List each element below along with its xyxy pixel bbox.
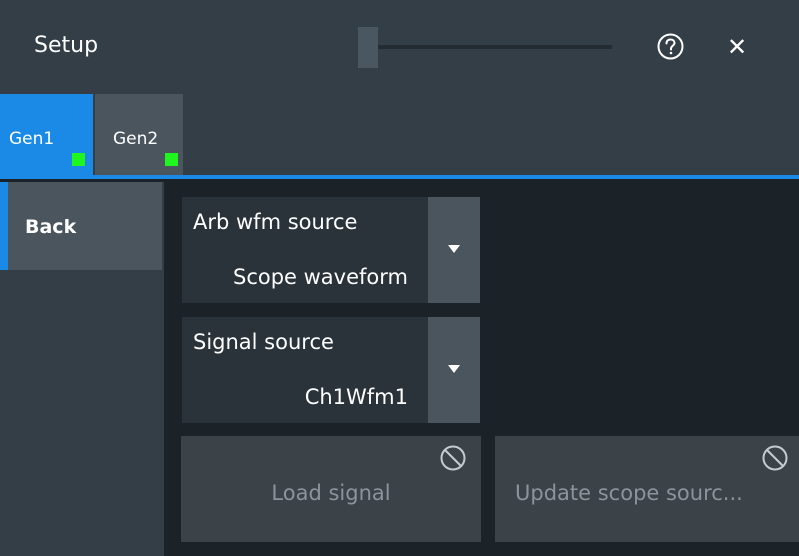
arb-wfm-source-select[interactable]: Arb wfm source Scope waveform [182,197,480,303]
close-icon[interactable]: ✕ [724,34,750,60]
arb-wfm-source-value: Scope waveform [232,265,408,289]
gen2-status-indicator [165,153,178,166]
signal-source-value: Ch1Wfm1 [304,385,408,409]
update-scope-source-button[interactable]: Update scope sourc... [495,436,799,542]
sidebar: Back [0,182,164,556]
dialog-title: Setup [34,33,99,58]
load-signal-button[interactable]: Load signal [181,436,481,542]
dialog-header: Setup ✕ [0,0,799,94]
tab-gen2-label: Gen2 [113,129,159,149]
update-scope-source-label: Update scope sourc... [515,481,743,505]
chevron-down-icon[interactable] [428,317,480,423]
transparency-slider-handle[interactable] [358,27,378,68]
content-panel: Arb wfm source Scope waveform Signal sou… [166,182,799,556]
generator-tab-strip: Gen1 Gen2 [0,94,799,175]
transparency-slider-track[interactable] [358,45,612,49]
gen1-status-indicator [72,153,85,166]
back-button[interactable]: Back [0,182,162,270]
chevron-down-icon[interactable] [428,197,480,303]
setup-dialog: Setup ✕ Gen1 Gen2 Back Arb wfm source Sc… [0,0,799,556]
help-icon[interactable] [657,33,684,60]
tab-gen1[interactable]: Gen1 [0,94,93,175]
disabled-icon [439,444,467,472]
disabled-icon [761,444,789,472]
tab-gen2[interactable]: Gen2 [95,94,183,175]
arb-wfm-source-label: Arb wfm source [193,210,358,234]
load-signal-label: Load signal [271,481,391,505]
signal-source-label: Signal source [193,330,334,354]
signal-source-select[interactable]: Signal source Ch1Wfm1 [182,317,480,423]
back-label: Back [25,216,77,238]
tab-underline [0,175,799,179]
tab-gen1-label: Gen1 [9,129,55,149]
